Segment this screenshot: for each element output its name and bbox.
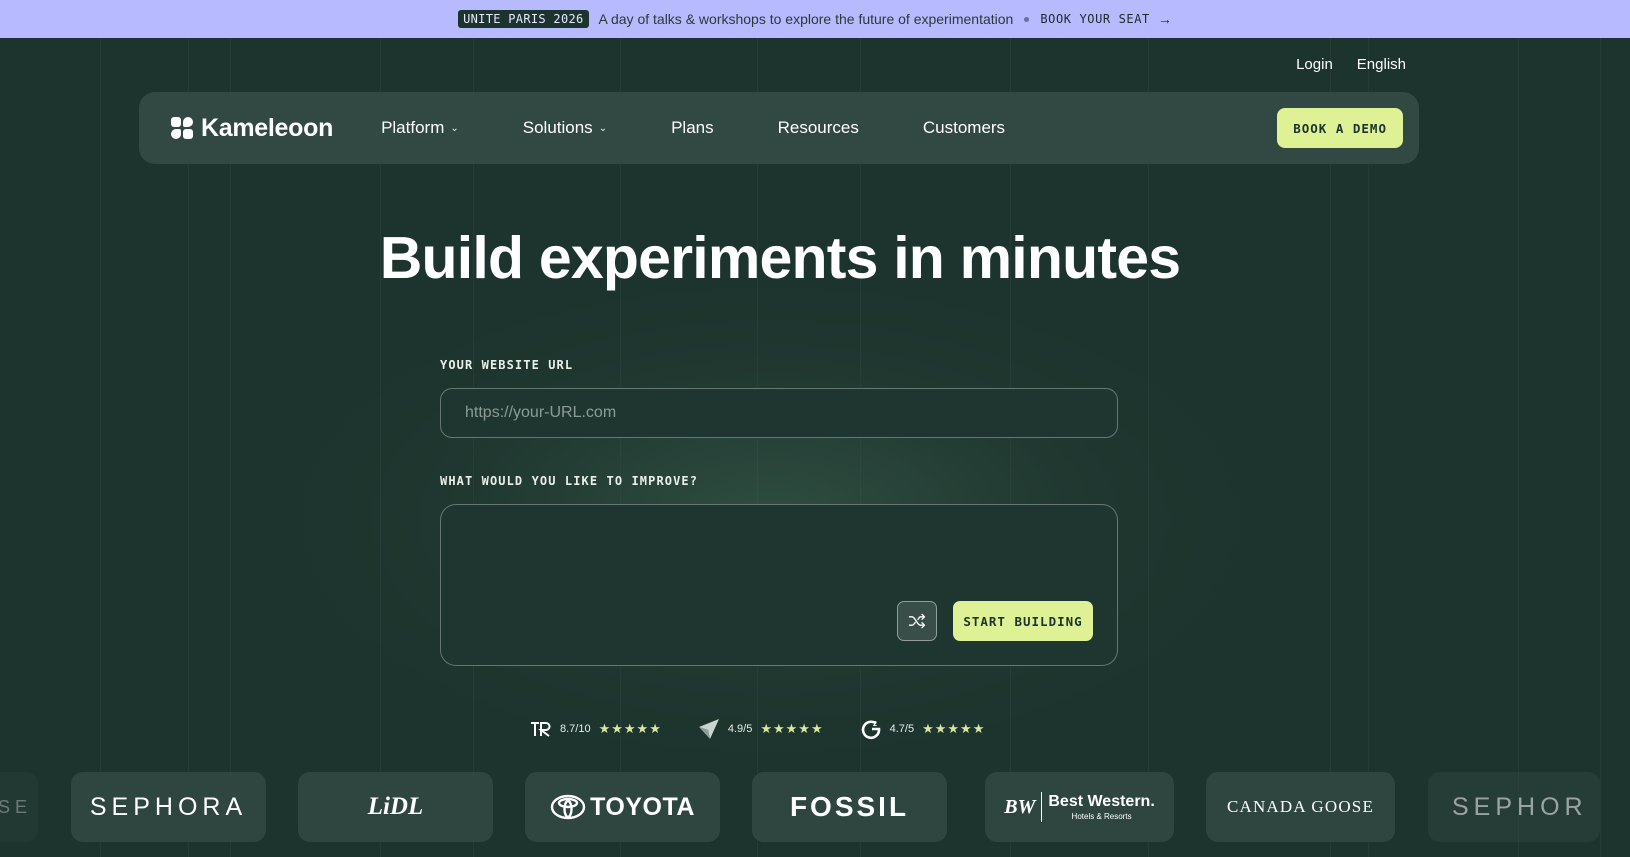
separator-dot: [1024, 16, 1030, 22]
improve-box: START BUILDING: [440, 504, 1118, 666]
capterra-icon: [698, 718, 720, 740]
book-demo-button[interactable]: BOOK A DEMO: [1277, 108, 1403, 148]
rating-trustradius: 8.7/10 ★★★★★: [530, 718, 662, 740]
shuffle-button[interactable]: [897, 601, 937, 641]
event-badge: UNITE PARIS 2026: [458, 10, 589, 28]
improve-label: WHAT WOULD YOU LIKE TO IMPROVE?: [440, 474, 699, 488]
main-navbar: Kameleoon Platform ⌄ Solutions ⌄ Plans R…: [139, 92, 1419, 164]
nav-customers[interactable]: Customers: [923, 118, 1005, 138]
fossil-logo-text: FOSSIL: [789, 791, 910, 822]
nav-solutions-label: Solutions: [522, 118, 593, 137]
start-building-button[interactable]: START BUILDING: [953, 601, 1093, 641]
login-link[interactable]: Login: [1296, 56, 1333, 73]
nav-platform[interactable]: Platform ⌄: [381, 118, 459, 138]
utility-links: Login English: [1296, 56, 1406, 73]
canada-goose-logo-text: CANADA GOOSE: [1226, 797, 1375, 816]
trustradius-icon: [530, 718, 552, 740]
star-rating-icon: ★★★★★: [922, 721, 986, 736]
best-western-mark: BW: [1004, 795, 1036, 818]
best-western-divider: [1041, 792, 1043, 822]
language-selector[interactable]: English: [1357, 56, 1406, 73]
url-label: YOUR WEBSITE URL: [440, 358, 574, 372]
nav-resources[interactable]: Resources: [778, 118, 859, 138]
logo-partial-right: SEPHOR: [1428, 772, 1600, 842]
rating-score: 4.7/5: [889, 723, 915, 735]
nav-solutions[interactable]: Solutions ⌄: [523, 118, 607, 138]
announcement-text: A day of talks & workshops to explore th…: [598, 11, 1014, 27]
partial-logo-text: SE: [0, 796, 32, 817]
logo-best-western: BW Best Western. Hotels & Resorts: [985, 772, 1174, 842]
website-url-input[interactable]: [440, 388, 1118, 438]
toyota-logo-text: TOYOTA: [590, 792, 695, 821]
svg-text:2: 2: [873, 721, 877, 728]
rating-g2: 2 4.7/5 ★★★★★: [860, 718, 986, 740]
rating-capterra: 4.9/5 ★★★★★: [698, 718, 824, 740]
star-rating-icon: ★★★★★: [760, 721, 824, 736]
best-western-sub: Hotels & Resorts: [1071, 812, 1132, 821]
kameleoon-logo-icon: [171, 116, 194, 140]
partial-logo-text: SEPHOR: [1452, 792, 1588, 821]
logo-fossil: FOSSIL: [752, 772, 947, 842]
logo-canada-goose: CANADA GOOSE: [1206, 772, 1395, 842]
toyota-emblem-icon: [550, 794, 586, 820]
hero-title: Build experiments in minutes: [379, 225, 1181, 291]
experiment-form: YOUR WEBSITE URL WHAT WOULD YOU LIKE TO …: [440, 358, 1118, 666]
logo-toyota: TOYOTA: [525, 772, 720, 842]
brand-name: Kameleoon: [201, 113, 334, 142]
shuffle-icon: [908, 613, 926, 629]
nav-plans[interactable]: Plans: [671, 118, 714, 138]
g2-icon: 2: [860, 718, 882, 740]
logo-partial-left: SE: [0, 772, 38, 842]
logo-lidl: LiDL: [298, 772, 493, 842]
rating-score: 4.9/5: [727, 723, 753, 735]
nav-platform-label: Platform: [381, 118, 445, 137]
star-rating-icon: ★★★★★: [598, 721, 662, 736]
book-seat-link[interactable]: BOOK YOUR SEAT: [1040, 12, 1150, 26]
chevron-down-icon: ⌄: [598, 122, 608, 134]
chevron-down-icon: ⌄: [450, 122, 459, 134]
arrow-right-icon: →: [1157, 11, 1172, 27]
logo-sephora: SEPHORA: [71, 772, 266, 842]
best-western-wordmark: Best Western. Hotels & Resorts: [1048, 793, 1154, 821]
brand-logo[interactable]: Kameleoon: [171, 114, 333, 143]
customer-logos-carousel: SE SEPHORA LiDL TOYOTA FOSSIL BW Best We…: [0, 772, 1630, 842]
announcement-bar[interactable]: UNITE PARIS 2026 A day of talks & worksh…: [0, 0, 1630, 38]
lidl-logo-text: LiDL: [367, 793, 424, 820]
rating-score: 8.7/10: [560, 723, 591, 735]
best-western-name: Best Western.: [1048, 793, 1155, 810]
ratings-row: 8.7/10 ★★★★★ 4.9/5 ★★★★★ 2 4.7/5 ★★★★★: [530, 718, 985, 740]
sephora-logo-text: SEPHORA: [89, 792, 248, 821]
improve-textarea[interactable]: [441, 505, 1117, 595]
